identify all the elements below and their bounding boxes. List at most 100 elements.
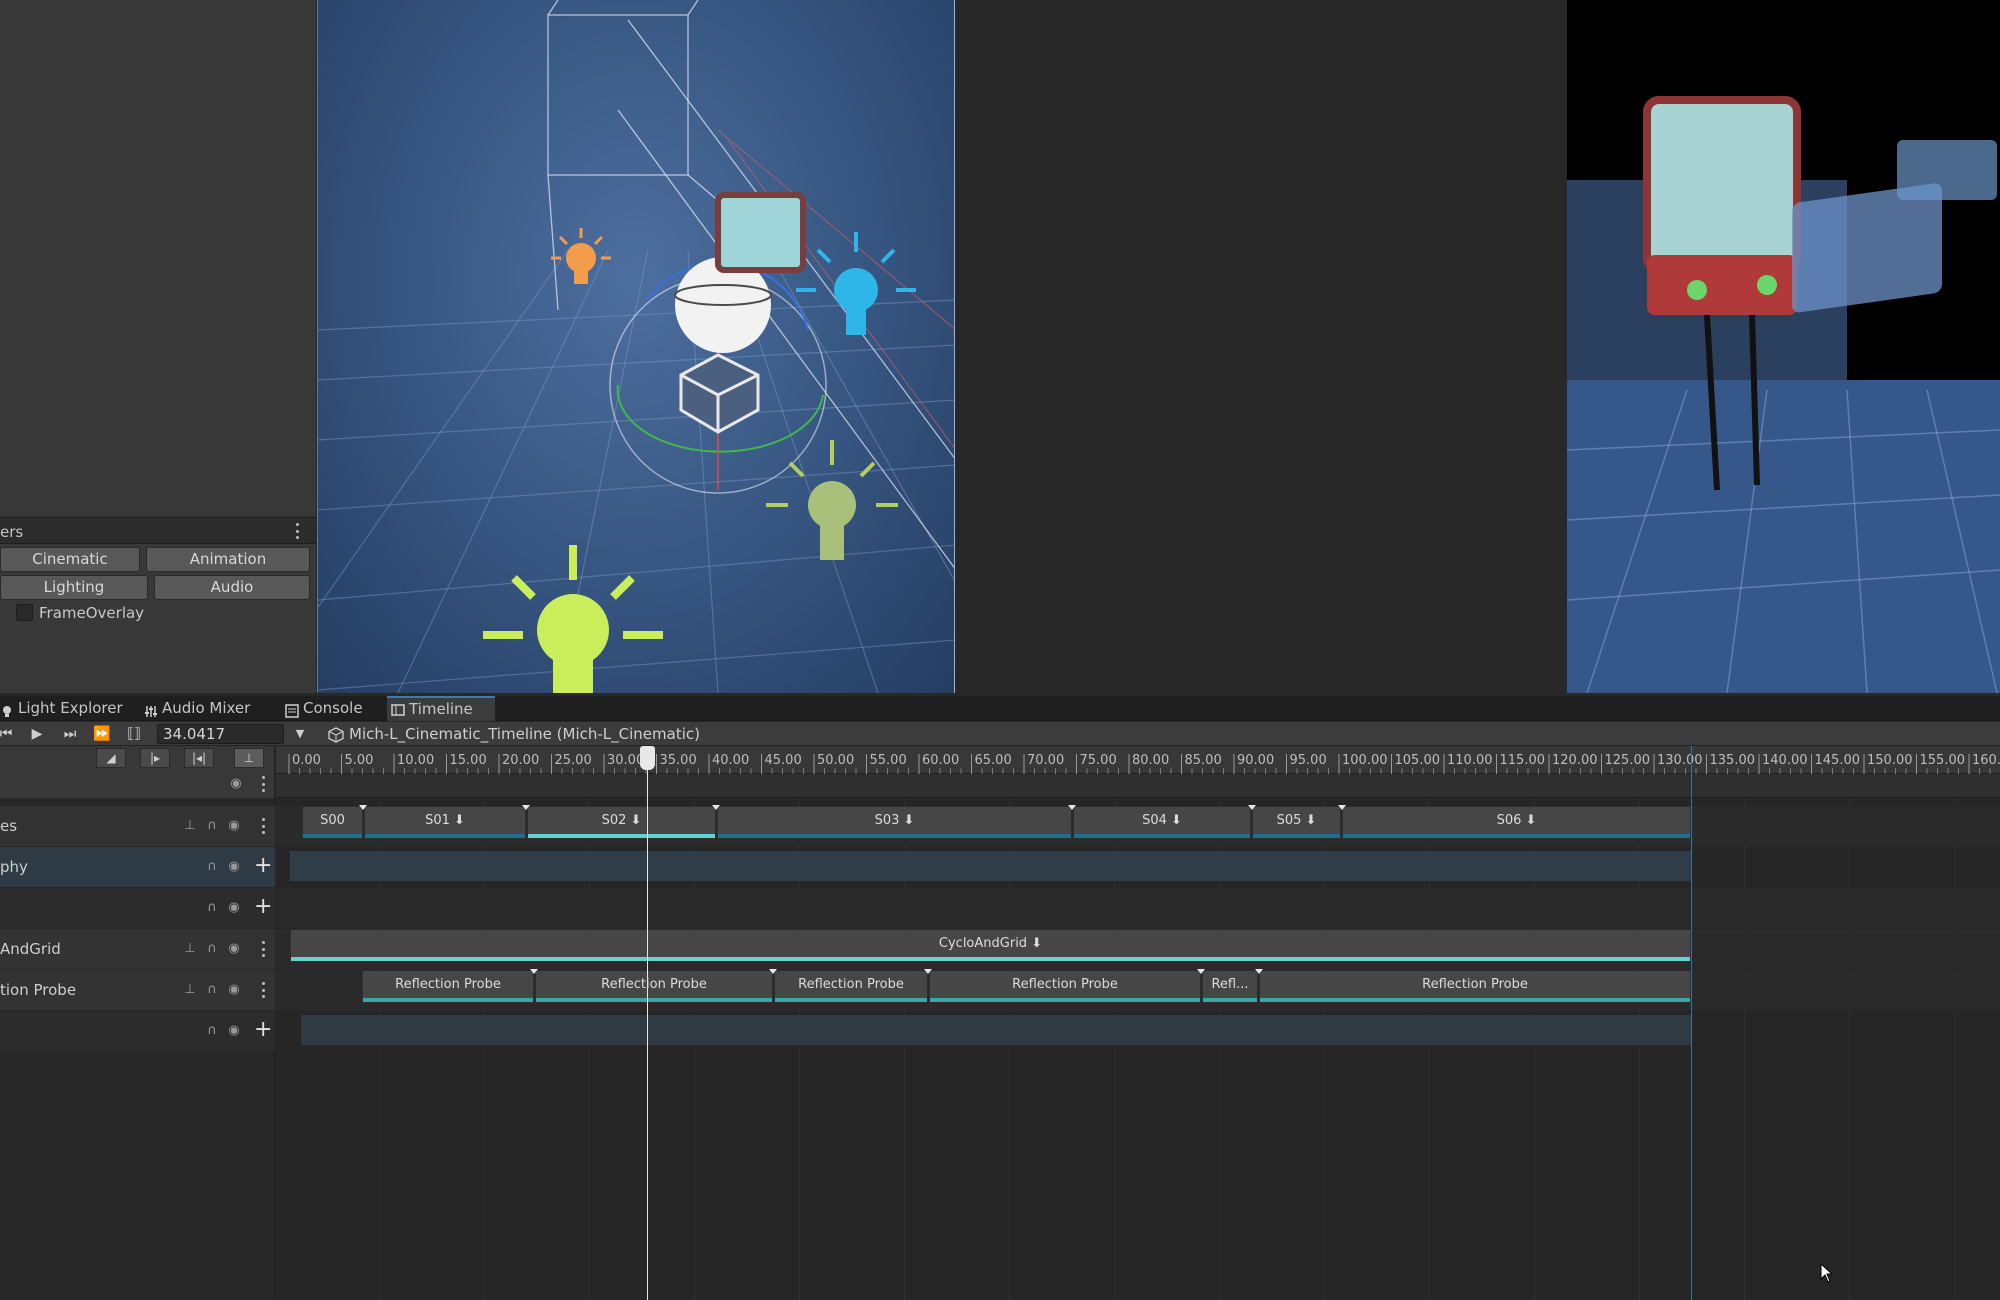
ruler-tick-label: 55.00 [870,753,907,768]
eye-icon[interactable]: ◉ [226,818,242,834]
clip-reflection-probe-1[interactable]: Reflection Probe [362,970,534,1003]
play-range-icon[interactable]: ⟦⟧ [124,724,144,744]
clip-s00[interactable]: S00 [302,806,363,839]
track-header-shots[interactable]: es ⊥ ∩ ◉ [0,806,275,846]
track-header-cycloandgrid[interactable]: AndGrid ⊥ ∩ ◉ [0,929,275,969]
tab-light-explorer[interactable]: Light Explorer [0,696,136,721]
layers-panel: ers Cinematic Animation Lighting Audio F… [0,0,316,693]
tab-timeline[interactable]: Timeline [387,696,495,721]
pin-button[interactable]: ⊥ [234,748,264,768]
clip-label: S00 [320,813,345,828]
add-track-icon[interactable]: + [254,1019,272,1041]
ruler-tick-label: 135.00 [1710,753,1756,768]
clip-s01[interactable]: S01 ⬇ [364,806,526,839]
clip-reflection-probe-5[interactable]: Refl... [1202,970,1258,1003]
lock-icon[interactable]: ∩ [204,982,220,998]
lock-icon[interactable]: ∩ [204,818,220,834]
layers-title: ers [0,523,24,541]
layer-cinematic-button[interactable]: Cinematic [0,547,140,572]
ruler-tick-label: 65.00 [975,753,1012,768]
clip-label: Reflection Probe [395,977,501,992]
track-row-photography [276,847,2000,887]
eye-icon[interactable]: ◉ [226,941,242,957]
game-view[interactable] [1567,0,2000,693]
tab-console[interactable]: Console [281,696,381,721]
go-to-end-icon[interactable]: ⏩ [92,724,112,744]
pin-icon[interactable]: ⊥ [182,941,198,957]
pin-icon[interactable]: ⊥ [182,818,198,834]
lock-icon[interactable]: ∩ [204,859,220,875]
track-menu-icon[interactable] [258,982,268,998]
clip-cycloandgrid[interactable]: CycloAndGrid ⬇ [290,929,1691,962]
clip-label: Reflection Probe [798,977,904,992]
clip-s04[interactable]: S04 ⬇ [1073,806,1251,839]
eye-icon[interactable]: ◉ [226,1023,242,1039]
add-track-icon[interactable]: + [254,855,272,877]
clip-s06[interactable]: S06 ⬇ [1342,806,1691,839]
pin-icon[interactable]: ⊥ [182,982,198,998]
add-track-icon[interactable]: + [254,896,272,918]
playhead-handle[interactable] [640,746,655,770]
clip-s03[interactable]: S03 ⬇ [717,806,1072,839]
timeline-toolbar: ⏮ ▶ ⏭ ⏩ ⟦⟧ 34.0417 ▼ Mich-L_Cinematic_Ti… [0,722,2000,746]
frameoverlay-label: FrameOverlay [39,604,145,622]
bulb-icon [0,701,14,717]
current-time-field[interactable]: 34.0417 [157,724,284,744]
clip-s02[interactable]: S02 ⬇ [527,806,716,839]
marker-lane[interactable] [276,774,2000,798]
ruler-tick-label: 35.00 [660,753,697,768]
layer-audio-button[interactable]: Audio [154,575,310,600]
play-icon[interactable]: ▶ [27,724,47,744]
track-header-reflection-probe[interactable]: tion Probe ⊥ ∩ ◉ [0,970,275,1010]
clip-label: Reflection Probe [1012,977,1118,992]
go-to-start-icon[interactable]: ⏮ [0,724,16,744]
clip-reflection-probe-4[interactable]: Reflection Probe [929,970,1201,1003]
eye-icon[interactable]: ◉ [226,982,242,998]
replace-button[interactable]: |◂| [184,748,214,768]
ruler-tick-label: 95.00 [1290,753,1327,768]
mouse-cursor-icon [1820,1263,1834,1283]
timeline-breadcrumb[interactable]: Mich-L_Cinematic_Timeline (Mich-L_Cinema… [328,722,700,746]
layer-lighting-button[interactable]: Lighting [0,575,148,600]
layer-animation-button[interactable]: Animation [146,547,310,572]
group-track-band [301,1015,1691,1045]
time-dropdown-icon[interactable]: ▼ [290,724,310,744]
scene-view[interactable] [317,0,955,693]
ruler-tick-label: 110.00 [1447,753,1493,768]
frameoverlay-checkbox[interactable] [16,604,33,621]
ripple-button[interactable]: |▸ [140,748,170,768]
ruler-tick-label: 25.00 [555,753,592,768]
snap-button[interactable]: ◢ [96,748,126,768]
ruler-tick-label: 145.00 [1815,753,1861,768]
eye-icon[interactable]: ◉ [228,776,244,792]
tab-audio-mixer[interactable]: Audio Mixer [140,696,275,721]
mixer-icon [144,701,158,717]
timeline-clip-area[interactable]: S00 S01 ⬇ S02 ⬇ S03 ⬇ S04 ⬇ S05 ⬇ S06 ⬇ … [276,798,2000,1300]
track-header-group-2[interactable]: ∩ ◉ + [0,1011,275,1051]
clip-reflection-probe-6[interactable]: Reflection Probe [1259,970,1691,1003]
track-menu-icon[interactable] [258,818,268,834]
lock-icon[interactable]: ∩ [204,1023,220,1039]
clip-label: CycloAndGrid [938,936,1028,951]
playhead-line[interactable] [647,746,648,1300]
ruler-tick-label: 45.00 [765,753,802,768]
track-header-photography[interactable]: phy ∩ ◉ + [0,847,275,887]
track-menu-icon[interactable] [258,941,268,957]
clip-reflection-probe-2[interactable]: Reflection Probe [535,970,773,1003]
time-ruler[interactable]: 0.00 5.00 10.00 15.00 20.00 25.00 30.00 35.00 40… [276,746,2000,774]
lock-icon[interactable]: ∩ [204,900,220,916]
ruler-tick-label: 105.00 [1395,753,1441,768]
lock-icon[interactable]: ∩ [204,941,220,957]
clip-label: S05 [1276,813,1302,828]
layers-header: ers [0,517,316,544]
clip-s05[interactable]: S05 ⬇ [1252,806,1341,839]
breadcrumb-label: Mich-L_Cinematic_Timeline (Mich-L_Cinema… [349,725,700,743]
next-frame-icon[interactable]: ⏭ [60,724,80,744]
clip-label: S01 [425,813,450,828]
clip-reflection-probe-3[interactable]: Reflection Probe [774,970,928,1003]
eye-icon[interactable]: ◉ [226,859,242,875]
layers-menu-icon[interactable] [292,523,302,539]
eye-icon[interactable]: ◉ [226,900,242,916]
header-menu-icon[interactable] [258,776,268,792]
track-header-group[interactable]: ∩ ◉ + [0,888,275,928]
